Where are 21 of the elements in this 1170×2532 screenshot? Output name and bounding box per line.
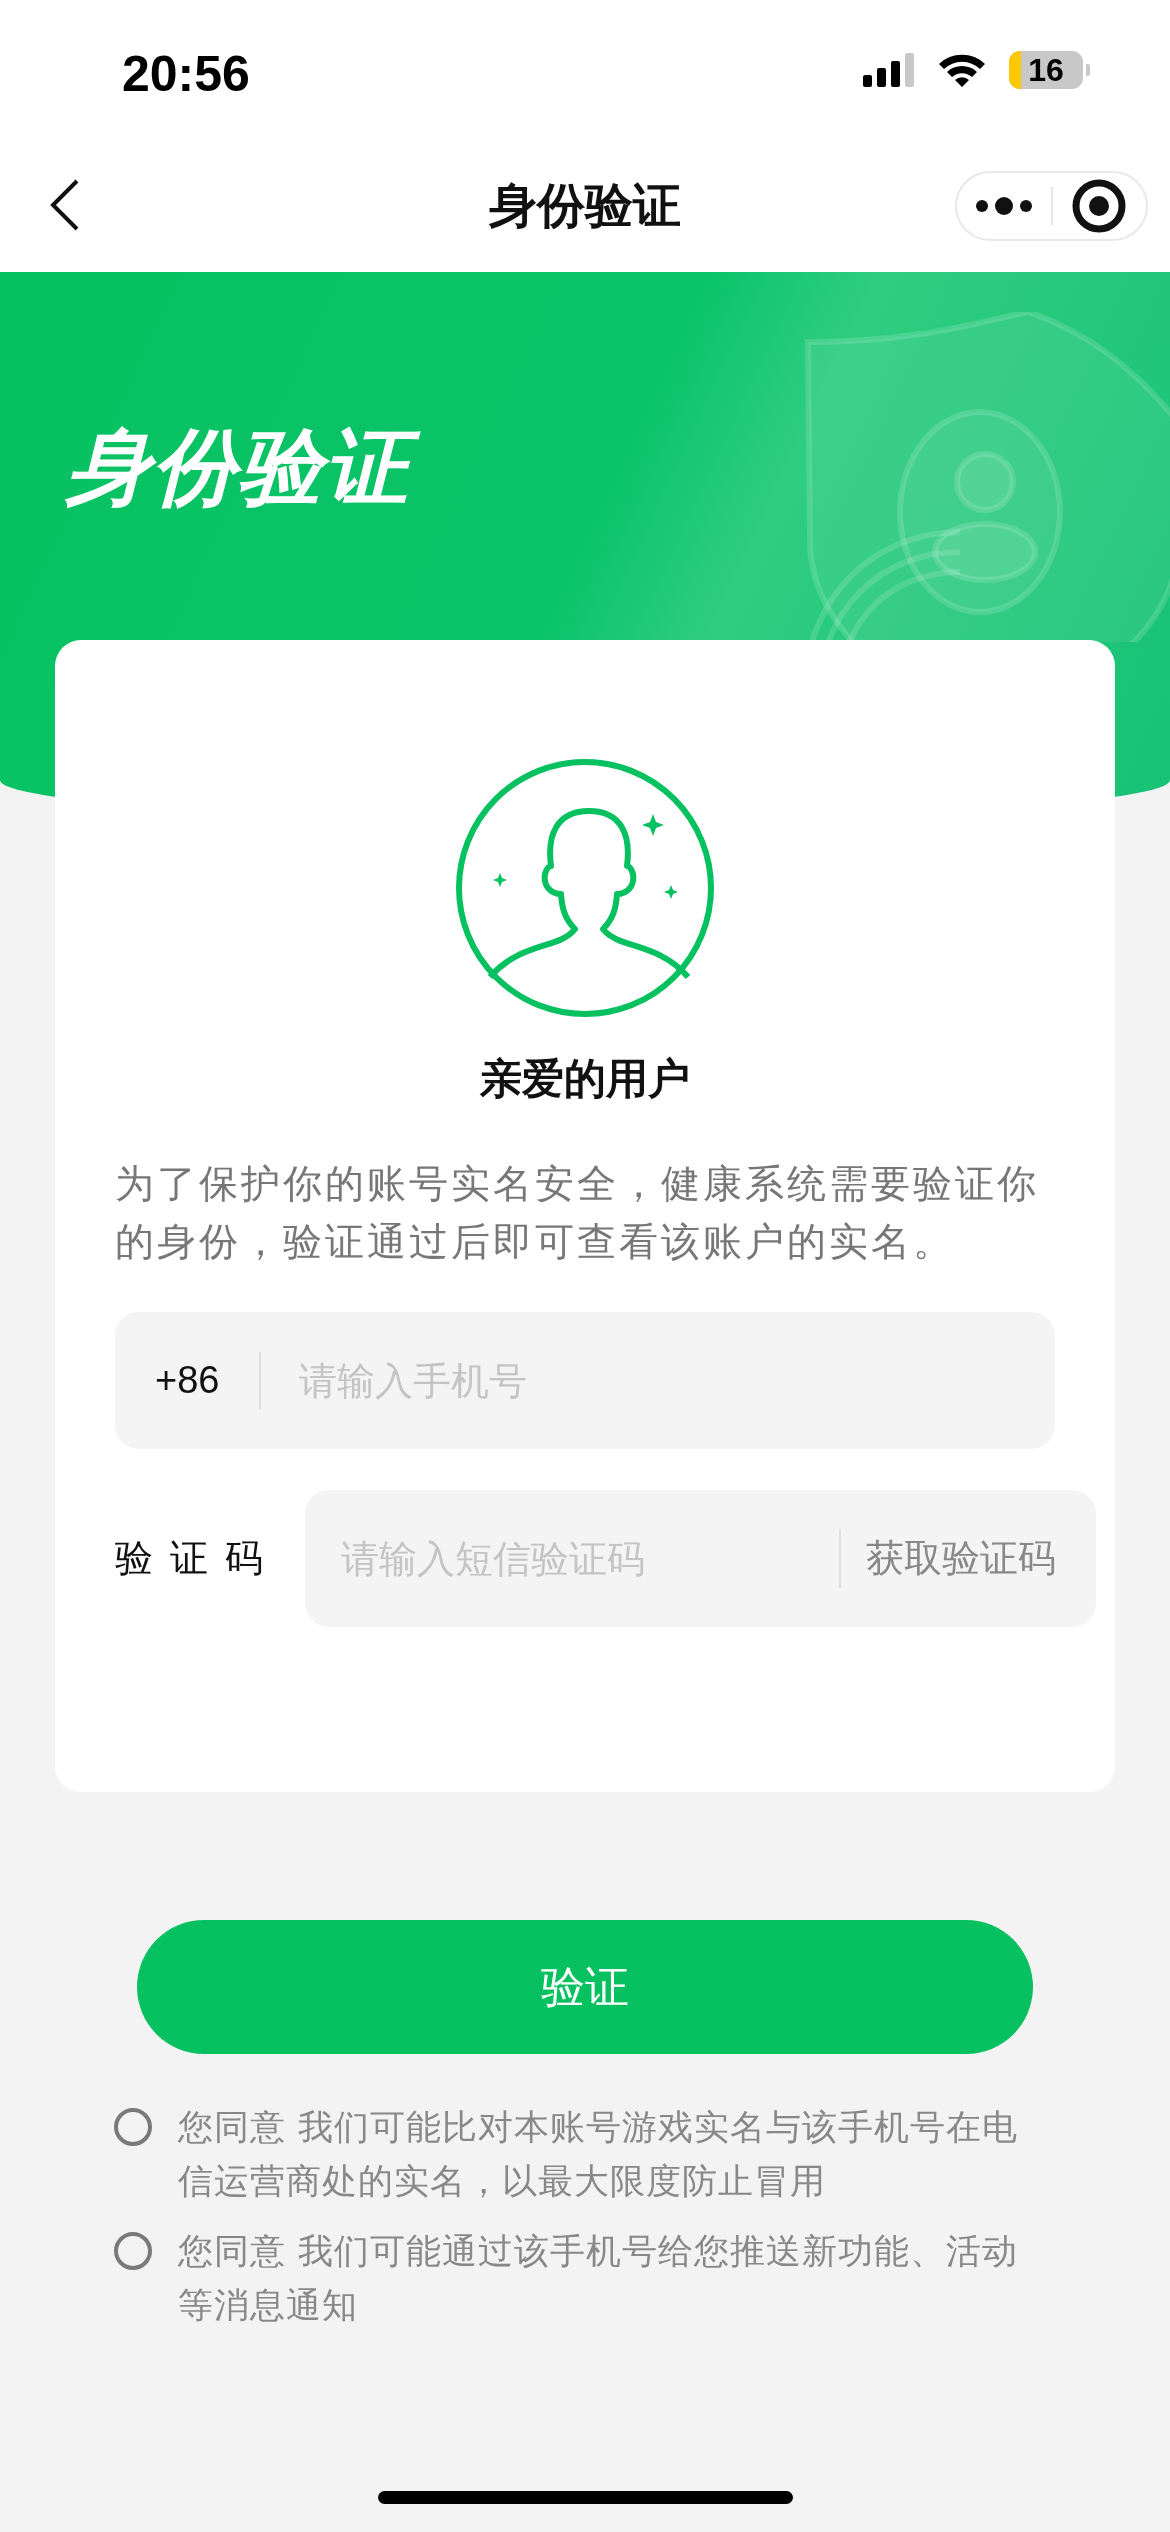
more-icon [974,197,1033,215]
avatar-icon [454,757,716,1019]
country-code: +86 [155,1359,220,1402]
page-title: 身份验证 [489,176,681,235]
hero-title: 身份验证 [62,412,426,522]
consent-text: 您同意 我们可能比对本账号游戏实名与该手机号在电信运营商处的实名，以最大限度防止冒用 [178,2106,1020,2203]
description: 为了保护你的账号实名安全，健康系统需要验证你的身份，验证通过后即可查看该账户的实名。 [115,1160,1040,1266]
greeting: 亲爱的用户 [479,1053,691,1105]
wifi-icon [937,52,987,88]
status-time: 20:56 [122,45,250,103]
signal-icon [863,53,915,87]
back-icon [50,178,80,231]
verify-button[interactable]: 验证 [137,1920,1033,2054]
target-icon [1072,179,1127,233]
consent-text: 您同意 我们可能通过该手机号给您推送新功能、活动等消息通知 [178,2230,1020,2327]
code-label: 验证码 [115,1535,282,1582]
consent-radio[interactable] [114,2232,152,2270]
consent-radio[interactable] [114,2108,152,2146]
get-code-button[interactable]: 获取验证码 [866,1533,1096,1584]
battery-fill [1009,51,1021,89]
battery-level: 16 [1028,51,1064,89]
